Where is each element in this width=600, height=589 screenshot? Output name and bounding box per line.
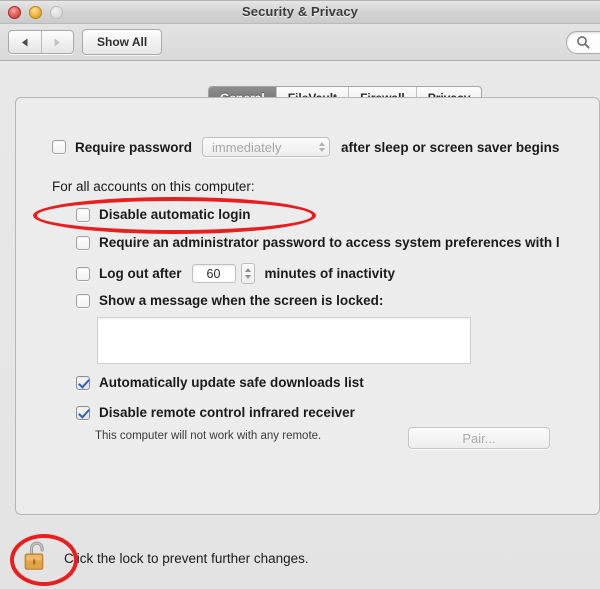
popup-arrows-icon: [305, 142, 326, 152]
lock-message-textarea[interactable]: [97, 317, 471, 364]
disable-automatic-login-row: Disable automatic login: [76, 207, 251, 222]
back-button[interactable]: [9, 31, 41, 53]
screenshot-root: Security & Privacy Show All Require pass…: [0, 0, 600, 589]
lock-control[interactable]: Click the lock to prevent further change…: [22, 539, 309, 578]
forward-button: [40, 31, 74, 53]
log-out-minutes-input[interactable]: 60: [191, 264, 236, 283]
pair-button: Pair...: [408, 427, 550, 449]
require-admin-password-label: Require an administrator password to acc…: [99, 235, 560, 250]
disable-automatic-login-checkbox[interactable]: [76, 207, 90, 222]
require-password-label: Require password: [75, 139, 193, 155]
require-password-delay-popup: immediately: [202, 137, 331, 157]
log-out-after-checkbox[interactable]: [76, 266, 90, 281]
log-out-after-label: Log out after: [99, 266, 182, 281]
preferences-toolbar: Show All: [0, 24, 600, 61]
auto-update-downloads-checkbox[interactable]: [76, 375, 90, 390]
log-out-minutes-stepper[interactable]: [240, 263, 255, 284]
lock-caption: Click the lock to prevent further change…: [64, 551, 309, 566]
show-all-button[interactable]: Show All: [82, 29, 163, 55]
navigation-segmented-control[interactable]: [8, 30, 74, 54]
require-password-checkbox[interactable]: [52, 140, 66, 154]
search-icon: [576, 35, 590, 54]
unlocked-padlock-icon[interactable]: [22, 539, 52, 578]
show-message-label: Show a message when the screen is locked…: [99, 293, 384, 308]
all-accounts-heading: For all accounts on this computer:: [52, 179, 255, 194]
show-message-checkbox[interactable]: [76, 293, 90, 308]
require-admin-password-row: Require an administrator password to acc…: [76, 235, 560, 250]
security-privacy-window: Security & Privacy Show All Require pass…: [0, 0, 600, 589]
disable-infrared-checkbox[interactable]: [76, 405, 90, 420]
window-title: Security & Privacy: [242, 4, 358, 19]
search-input[interactable]: [566, 31, 600, 54]
require-password-row: Require password immediately after sleep…: [52, 137, 559, 157]
disable-automatic-login-label: Disable automatic login: [99, 207, 251, 222]
disable-infrared-label: Disable remote control infrared receiver: [99, 405, 355, 420]
require-password-delay-value: immediately: [212, 139, 282, 155]
disable-infrared-row: Disable remote control infrared receiver: [76, 405, 355, 420]
show-message-row: Show a message when the screen is locked…: [76, 293, 383, 308]
back-arrow-icon: [21, 38, 28, 46]
require-admin-password-checkbox[interactable]: [76, 235, 90, 250]
forward-arrow-icon: [54, 38, 61, 46]
auto-update-downloads-row: Automatically update safe downloads list: [76, 375, 364, 390]
require-password-trailing-label: after sleep or screen saver begins: [341, 139, 560, 155]
log-out-after-row: Log out after 60 minutes of inactivity: [76, 263, 395, 284]
remote-note: This computer will not work with any rem…: [95, 430, 322, 442]
log-out-after-trailing-label: minutes of inactivity: [264, 266, 396, 281]
auto-update-downloads-label: Automatically update safe downloads list: [99, 375, 364, 390]
window-titlebar: Security & Privacy: [0, 1, 600, 24]
